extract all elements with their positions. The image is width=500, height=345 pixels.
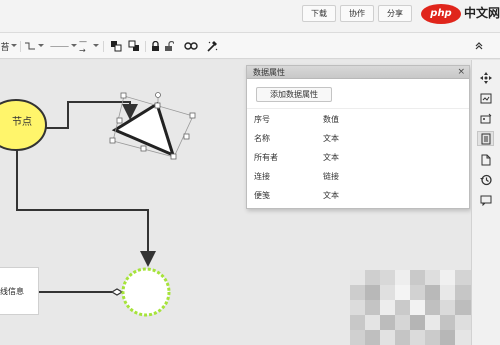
- format-toolbar: 苔 ——— —→: [0, 33, 500, 59]
- php-logo: php: [421, 4, 461, 24]
- panel-header[interactable]: 数据属性 ×: [247, 66, 469, 79]
- connector-style-icon[interactable]: [23, 38, 37, 54]
- connector-style-arrow-icon[interactable]: [37, 38, 45, 54]
- comment-icon[interactable]: [477, 192, 494, 207]
- property-type: 文本: [323, 134, 339, 143]
- node-label: 节点: [12, 117, 32, 128]
- text-block-label: 线信息: [0, 287, 24, 296]
- link-icon[interactable]: [183, 38, 199, 54]
- property-row[interactable]: 便笺 文本: [247, 187, 469, 206]
- property-name: 序号: [254, 115, 270, 124]
- unlock-icon[interactable]: [163, 38, 175, 54]
- panel-title: 数据属性: [253, 68, 285, 77]
- collaborate-button[interactable]: 协作: [340, 5, 374, 22]
- property-type: 链接: [323, 172, 339, 181]
- connector-diamond-end: [110, 288, 124, 296]
- send-to-back-icon[interactable]: [126, 38, 142, 54]
- property-type: 文本: [323, 191, 339, 200]
- document-icon[interactable]: [477, 152, 494, 167]
- page-style-icon[interactable]: [477, 91, 494, 106]
- text-block[interactable]: 线信息: [0, 267, 39, 315]
- lock-icon[interactable]: [149, 38, 161, 54]
- data-properties-icon[interactable]: [477, 131, 494, 146]
- collapse-toolbar-icon[interactable]: [472, 38, 486, 54]
- rotate-handle[interactable]: [155, 92, 161, 98]
- property-type: 数值: [323, 115, 339, 124]
- connector-line[interactable]: [16, 150, 156, 267]
- add-data-property-button[interactable]: 添加数据属性: [256, 87, 332, 102]
- download-button[interactable]: 下载: [302, 5, 336, 22]
- property-row[interactable]: 序号 数值: [247, 111, 469, 130]
- toolbar-divider: [103, 41, 104, 52]
- bring-to-front-icon[interactable]: [108, 38, 124, 54]
- property-row[interactable]: 名称 文本: [247, 130, 469, 149]
- brand-text: 中文网: [464, 6, 500, 20]
- font-dropdown-arrow-icon[interactable]: [10, 38, 18, 54]
- property-name: 连接: [254, 172, 270, 181]
- navigator-icon[interactable]: [477, 70, 494, 85]
- data-properties-panel: 数据属性 × 添加数据属性 序号 数值 名称 文本 所有者 文本 连接 链接 便…: [246, 65, 470, 209]
- property-row[interactable]: 所有者 文本: [247, 149, 469, 168]
- arrow-style-dropdown[interactable]: —→: [79, 37, 93, 55]
- circle-node[interactable]: [121, 267, 171, 317]
- brand-watermark: php 中文网: [418, 0, 500, 24]
- line-style-dropdown[interactable]: ———: [48, 38, 70, 54]
- arrow-style-arrow-icon[interactable]: [93, 38, 99, 54]
- right-side-rail: [471, 60, 500, 345]
- font-dropdown[interactable]: 苔: [0, 38, 10, 54]
- panel-divider: [247, 108, 469, 109]
- property-name: 所有者: [254, 153, 278, 162]
- line-style-arrow-icon[interactable]: [71, 38, 77, 54]
- share-button[interactable]: 分享: [378, 5, 412, 22]
- toolbar-divider: [145, 41, 146, 52]
- property-name: 便笺: [254, 191, 270, 200]
- blurred-mosaic-region: [350, 270, 471, 345]
- property-type: 文本: [323, 153, 339, 162]
- format-painter-icon[interactable]: [204, 38, 220, 54]
- close-icon[interactable]: ×: [457, 67, 465, 78]
- property-name: 名称: [254, 134, 270, 143]
- image-icon[interactable]: [477, 111, 494, 126]
- toolbar-divider: [20, 41, 21, 52]
- top-bar: 下载 协作 分享 php 中文网: [0, 0, 500, 33]
- property-row[interactable]: 连接 链接: [247, 168, 469, 187]
- history-icon[interactable]: [477, 172, 494, 187]
